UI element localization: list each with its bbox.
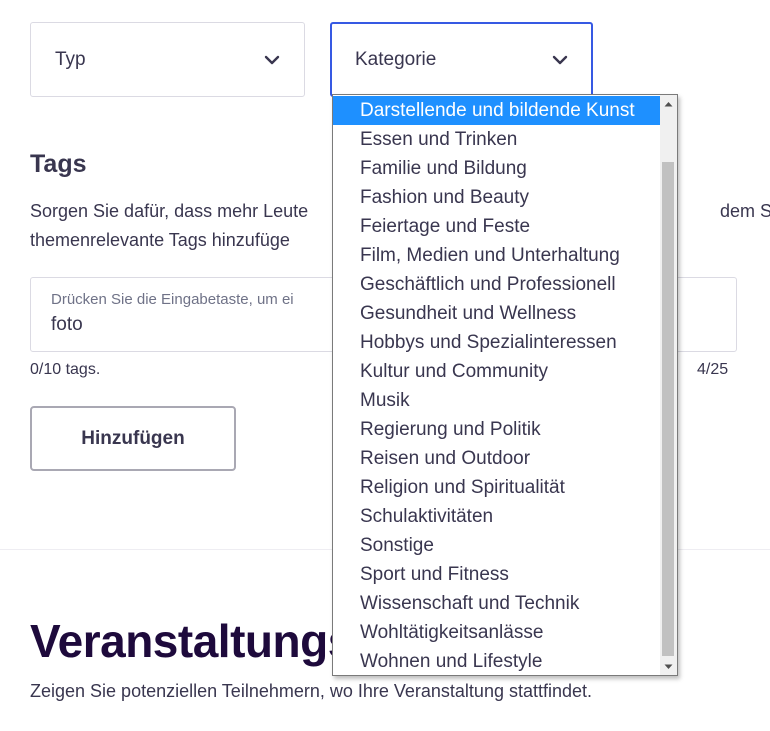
category-select-label: Kategorie — [355, 48, 437, 70]
category-option[interactable]: Sport und Fitness — [333, 560, 660, 589]
venue-heading: Veranstaltungs — [30, 615, 353, 667]
category-option[interactable]: Fashion und Beauty — [333, 183, 660, 212]
dropdown-scrollbar[interactable] — [660, 95, 677, 675]
char-count: 4/25 — [697, 361, 729, 378]
category-option[interactable]: Reisen und Outdoor — [333, 444, 660, 473]
category-option[interactable]: Geschäftlich und Professionell — [333, 270, 660, 299]
category-option[interactable]: Wohltätigkeitsanlässe — [333, 618, 660, 647]
add-tag-button[interactable]: Hinzufügen — [30, 406, 236, 471]
scrollbar-thumb[interactable] — [662, 162, 674, 656]
tag-count: 0/10 tags. — [30, 361, 101, 378]
category-option[interactable]: Hobbys und Spezialinteressen — [333, 328, 660, 357]
category-option[interactable]: Familie und Bildung — [333, 154, 660, 183]
category-select[interactable]: Kategorie — [330, 22, 593, 97]
tags-description-line1: Sorgen Sie dafür, dass mehr Leute — [30, 201, 309, 221]
type-select-label: Typ — [55, 48, 86, 70]
category-option[interactable]: Schulaktivitäten — [333, 502, 660, 531]
category-option[interactable]: Feiertage und Feste — [333, 212, 660, 241]
chevron-down-icon — [264, 55, 280, 65]
scroll-down-arrow-icon[interactable] — [660, 658, 677, 675]
tags-description-line1-end: dem Sie — [720, 201, 770, 221]
venue-description: Zeigen Sie potenziellen Teilnehmern, wo … — [30, 681, 593, 701]
scroll-up-arrow-icon[interactable] — [660, 95, 677, 112]
category-option[interactable]: Essen und Trinken — [333, 125, 660, 154]
category-option[interactable]: Kultur und Community — [333, 357, 660, 386]
category-option[interactable]: Wohnen und Lifestyle — [333, 647, 660, 675]
type-select[interactable]: Typ — [30, 22, 305, 97]
category-option[interactable]: Film, Medien und Unterhaltung — [333, 241, 660, 270]
category-options: Darstellende und bildende Kunst Essen und… — [333, 95, 677, 675]
category-option[interactable]: Darstellende und bildende Kunst — [333, 96, 660, 125]
category-option[interactable]: Wissenschaft und Technik — [333, 589, 660, 618]
category-option[interactable]: Gesundheit und Wellness — [333, 299, 660, 328]
category-dropdown-list[interactable]: Darstellende und bildende Kunst Essen und… — [332, 94, 678, 676]
event-form-page: Typ Kategorie Tags Sorgen Sie dafür, das… — [0, 0, 770, 731]
chevron-down-icon — [552, 55, 568, 65]
tags-input-value: foto — [51, 314, 83, 335]
tags-heading: Tags — [30, 150, 87, 178]
category-option[interactable]: Religion und Spiritualität — [333, 473, 660, 502]
category-option[interactable]: Regierung und Politik — [333, 415, 660, 444]
tags-input-placeholder: Drücken Sie die Eingabetaste, um ei — [51, 291, 294, 308]
category-option[interactable]: Sonstige — [333, 531, 660, 560]
tags-description-line2: themenrelevante Tags hinzufüge — [30, 230, 290, 250]
category-option[interactable]: Musik — [333, 386, 660, 415]
